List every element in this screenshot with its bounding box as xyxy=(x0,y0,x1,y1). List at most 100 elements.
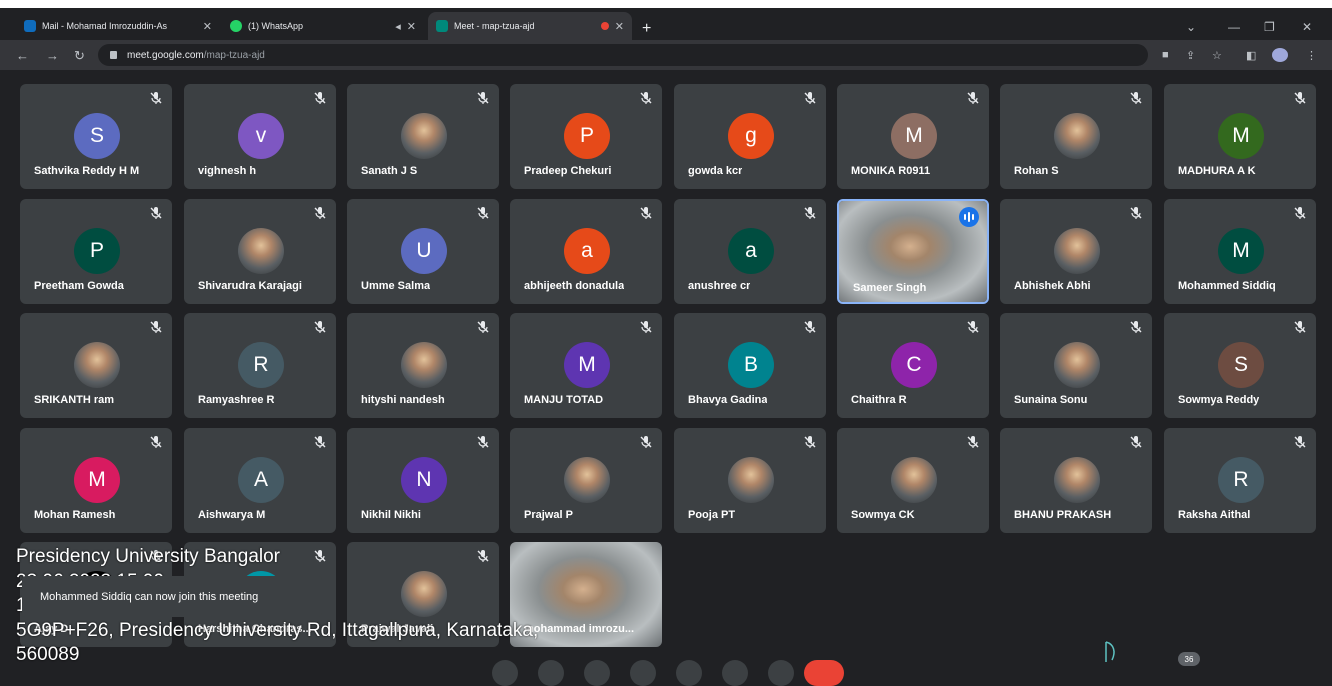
participant-tile[interactable]: R Raksha Aithal xyxy=(1164,428,1316,533)
participant-tile[interactable]: Prajwal P xyxy=(510,428,662,533)
avatar: S xyxy=(1218,342,1264,388)
raise-hand-button[interactable] xyxy=(630,660,656,686)
participant-tile[interactable]: Pooja PT xyxy=(674,428,826,533)
mic-muted-icon xyxy=(1128,434,1144,450)
profile-avatar[interactable] xyxy=(1272,48,1288,62)
participant-tile[interactable]: U Umme Salma xyxy=(347,199,499,304)
participant-tile[interactable]: BHANU PRAKASH xyxy=(1000,428,1152,533)
share-icon[interactable]: ⇪ xyxy=(1186,49,1195,62)
participant-name: Shivarudra Karajagi xyxy=(198,280,302,292)
tab-mail[interactable]: Mail - Mohamad Imrozuddin-As ✕ xyxy=(16,12,220,40)
mic-muted-icon xyxy=(475,434,491,450)
avatar-photo xyxy=(728,457,774,503)
tab-whatsapp[interactable]: (1) WhatsApp ◂ ✕ xyxy=(222,12,424,40)
participant-tile[interactable]: Sameer Singh xyxy=(837,199,989,304)
mic-muted-icon xyxy=(965,434,981,450)
sidepanel-icon[interactable]: ◧ xyxy=(1246,49,1256,62)
join-notification: Mohammed Siddiq can now join this meetin… xyxy=(22,576,322,617)
participant-name: MANJU TOTAD xyxy=(524,394,604,406)
close-tab-icon[interactable]: ✕ xyxy=(407,20,416,33)
mic-button[interactable] xyxy=(492,660,518,686)
avatar: M xyxy=(564,342,610,388)
tab-title: (1) WhatsApp xyxy=(248,21,304,31)
participant-name: Umme Salma xyxy=(361,280,431,292)
participant-tile[interactable]: M MANJU TOTAD xyxy=(510,313,662,418)
reload-icon[interactable]: ↻ xyxy=(74,48,85,64)
avatar-photo xyxy=(1054,342,1100,388)
mic-muted-icon xyxy=(802,90,818,106)
new-tab-icon[interactable]: + xyxy=(642,20,651,38)
camera-icon[interactable]: ■ xyxy=(1162,49,1169,61)
address-bar[interactable]: meet.google.com /map-tzua-ajd xyxy=(98,44,1148,66)
participant-tile[interactable]: M Mohammed Siddiq xyxy=(1164,199,1316,304)
present-button[interactable] xyxy=(676,660,702,686)
forward-icon[interactable]: → xyxy=(46,48,59,63)
participant-tile[interactable]: hityshi nandesh xyxy=(347,313,499,418)
participant-tile[interactable]: P Pradeep Chekuri xyxy=(510,84,662,189)
back-icon[interactable]: ← xyxy=(16,48,29,63)
restore-icon[interactable]: ❐ xyxy=(1264,20,1275,34)
avatar: B xyxy=(728,342,774,388)
participant-count-badge[interactable]: 36 xyxy=(1178,652,1200,666)
participant-tile[interactable]: v vighnesh h xyxy=(184,84,336,189)
avatar: g xyxy=(728,113,774,159)
participant-tile[interactable]: a anushree cr xyxy=(674,199,826,304)
participant-name: Sunaina Sonu xyxy=(1014,394,1088,406)
browser-toolbar: ← → ↻ meet.google.com /map-tzua-ajd ■ ⇪ … xyxy=(0,40,1332,70)
leave-call-button[interactable] xyxy=(804,660,844,686)
participant-tile[interactable]: SRIKANTH ram xyxy=(20,313,172,418)
reactions-button[interactable] xyxy=(768,660,794,686)
participant-tile[interactable]: M MADHURA A K xyxy=(1164,84,1316,189)
participant-tile[interactable]: S Sathvika Reddy H M xyxy=(20,84,172,189)
participant-tile[interactable]: A Aishwarya M xyxy=(184,428,336,533)
camera-button[interactable] xyxy=(538,660,564,686)
participant-tile[interactable]: N Nikhil Nikhi xyxy=(347,428,499,533)
captions-button[interactable] xyxy=(584,660,610,686)
participant-tile[interactable]: C Chaithra R xyxy=(837,313,989,418)
mic-muted-icon xyxy=(475,205,491,221)
mic-muted-icon xyxy=(1292,205,1308,221)
avatar: R xyxy=(238,342,284,388)
participant-tile[interactable]: Rohan S xyxy=(1000,84,1152,189)
participant-tile[interactable]: Sanath J S xyxy=(347,84,499,189)
mic-muted-icon xyxy=(312,205,328,221)
participant-name: abhijeeth donadula xyxy=(524,280,625,292)
participant-name: Pradeep Chekuri xyxy=(524,165,612,177)
menu-icon[interactable]: ⋮ xyxy=(1306,49,1317,62)
participant-tile[interactable]: B Bhavya Gadina xyxy=(674,313,826,418)
overlay-line: Presidency University Bangalor xyxy=(16,546,281,567)
participant-tile[interactable]: M Mohan Ramesh xyxy=(20,428,172,533)
close-window-icon[interactable]: ✕ xyxy=(1302,20,1312,34)
participant-name: MADHURA A K xyxy=(1178,165,1256,177)
close-tab-icon[interactable]: ✕ xyxy=(203,20,212,33)
participant-tile[interactable]: Abhishek Abhi xyxy=(1000,199,1152,304)
avatar-photo xyxy=(401,342,447,388)
speaking-indicator-icon xyxy=(959,207,979,227)
tab-bar: Mail - Mohamad Imrozuddin-As ✕ (1) Whats… xyxy=(0,8,1332,40)
mic-muted-icon xyxy=(312,90,328,106)
mic-muted-icon xyxy=(965,90,981,106)
participant-tile[interactable]: M MONIKA R0911 xyxy=(837,84,989,189)
participant-tile[interactable]: Shivarudra Karajagi xyxy=(184,199,336,304)
participant-tile[interactable]: a abhijeeth donadula xyxy=(510,199,662,304)
participant-tile[interactable]: Sunaina Sonu xyxy=(1000,313,1152,418)
more-options-button[interactable] xyxy=(722,660,748,686)
tab-meet[interactable]: Meet - map-tzua-ajd ✕ xyxy=(428,12,632,40)
close-tab-icon[interactable]: ✕ xyxy=(615,20,624,33)
avatar: a xyxy=(728,228,774,274)
bookmark-star-icon[interactable]: ☆ xyxy=(1212,49,1222,62)
participant-tile[interactable]: g gowda kcr xyxy=(674,84,826,189)
participant-tile[interactable]: S Sowmya Reddy xyxy=(1164,313,1316,418)
participant-name: Rohan S xyxy=(1014,165,1059,177)
participant-tile[interactable]: R Ramyashree R xyxy=(184,313,336,418)
participant-name: SRIKANTH ram xyxy=(34,394,115,406)
avatar-photo xyxy=(564,457,610,503)
participant-tile[interactable]: P Preetham Gowda xyxy=(20,199,172,304)
mic-muted-icon xyxy=(1128,90,1144,106)
lock-icon xyxy=(110,51,117,59)
mic-muted-icon xyxy=(148,434,164,450)
tab-search-icon[interactable]: ⌄ xyxy=(1186,20,1196,34)
participant-tile[interactable]: Sowmya CK xyxy=(837,428,989,533)
mic-muted-icon xyxy=(312,319,328,335)
minimize-icon[interactable]: — xyxy=(1228,20,1240,34)
